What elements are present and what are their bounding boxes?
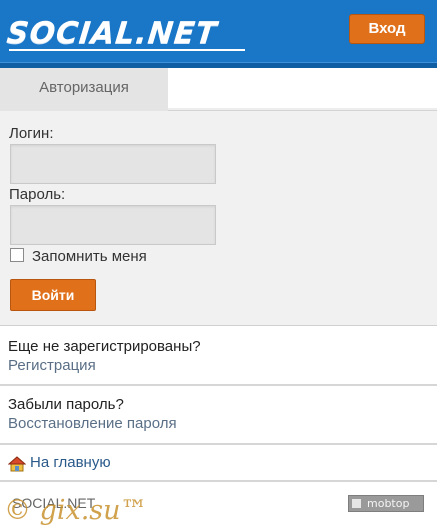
tab-authorization[interactable]: Авторизация — [0, 68, 168, 111]
register-link[interactable]: Регистрация — [8, 357, 96, 374]
site-header: SOCIAL.NET Вход — [0, 0, 437, 62]
site-logo[interactable]: SOCIAL.NET — [5, 15, 245, 51]
footer: SOCIAL.NET mobtop — [0, 482, 437, 528]
password-label: Пароль: — [9, 186, 66, 203]
tab-bar: Авторизация — [0, 68, 437, 111]
home-link-row[interactable]: На главную — [0, 445, 437, 482]
header-login-button[interactable]: Вход — [349, 14, 425, 44]
footer-brand: SOCIAL.NET — [12, 495, 96, 511]
mobtop-counter-badge[interactable]: mobtop — [348, 495, 424, 512]
login-label: Логин: — [9, 125, 54, 142]
mobtop-label: mobtop — [367, 497, 410, 510]
home-link-label[interactable]: На главную — [30, 454, 111, 471]
forgot-password-question: Забыли пароль? — [8, 396, 124, 413]
login-form: Логин: Пароль: Запомнить меня Войти — [0, 111, 437, 326]
home-icon — [8, 456, 26, 472]
logo-text: SOCIAL.NET — [5, 15, 219, 51]
password-input[interactable] — [10, 205, 216, 245]
register-question: Еще не зарегистрированы? — [8, 338, 201, 355]
forgot-password-section: Забыли пароль? Восстановление пароля — [0, 386, 437, 445]
logo-underline — [9, 49, 245, 51]
remember-me-label[interactable]: Запомнить меня — [32, 248, 147, 265]
remember-me-checkbox[interactable] — [10, 248, 24, 262]
register-section: Еще не зарегистрированы? Регистрация — [0, 326, 437, 386]
submit-login-button[interactable]: Войти — [10, 279, 96, 311]
tab-bar-empty-area — [168, 68, 437, 108]
login-input[interactable] — [10, 144, 216, 184]
counter-icon — [352, 499, 361, 508]
forgot-password-link[interactable]: Восстановление пароля — [8, 415, 177, 432]
